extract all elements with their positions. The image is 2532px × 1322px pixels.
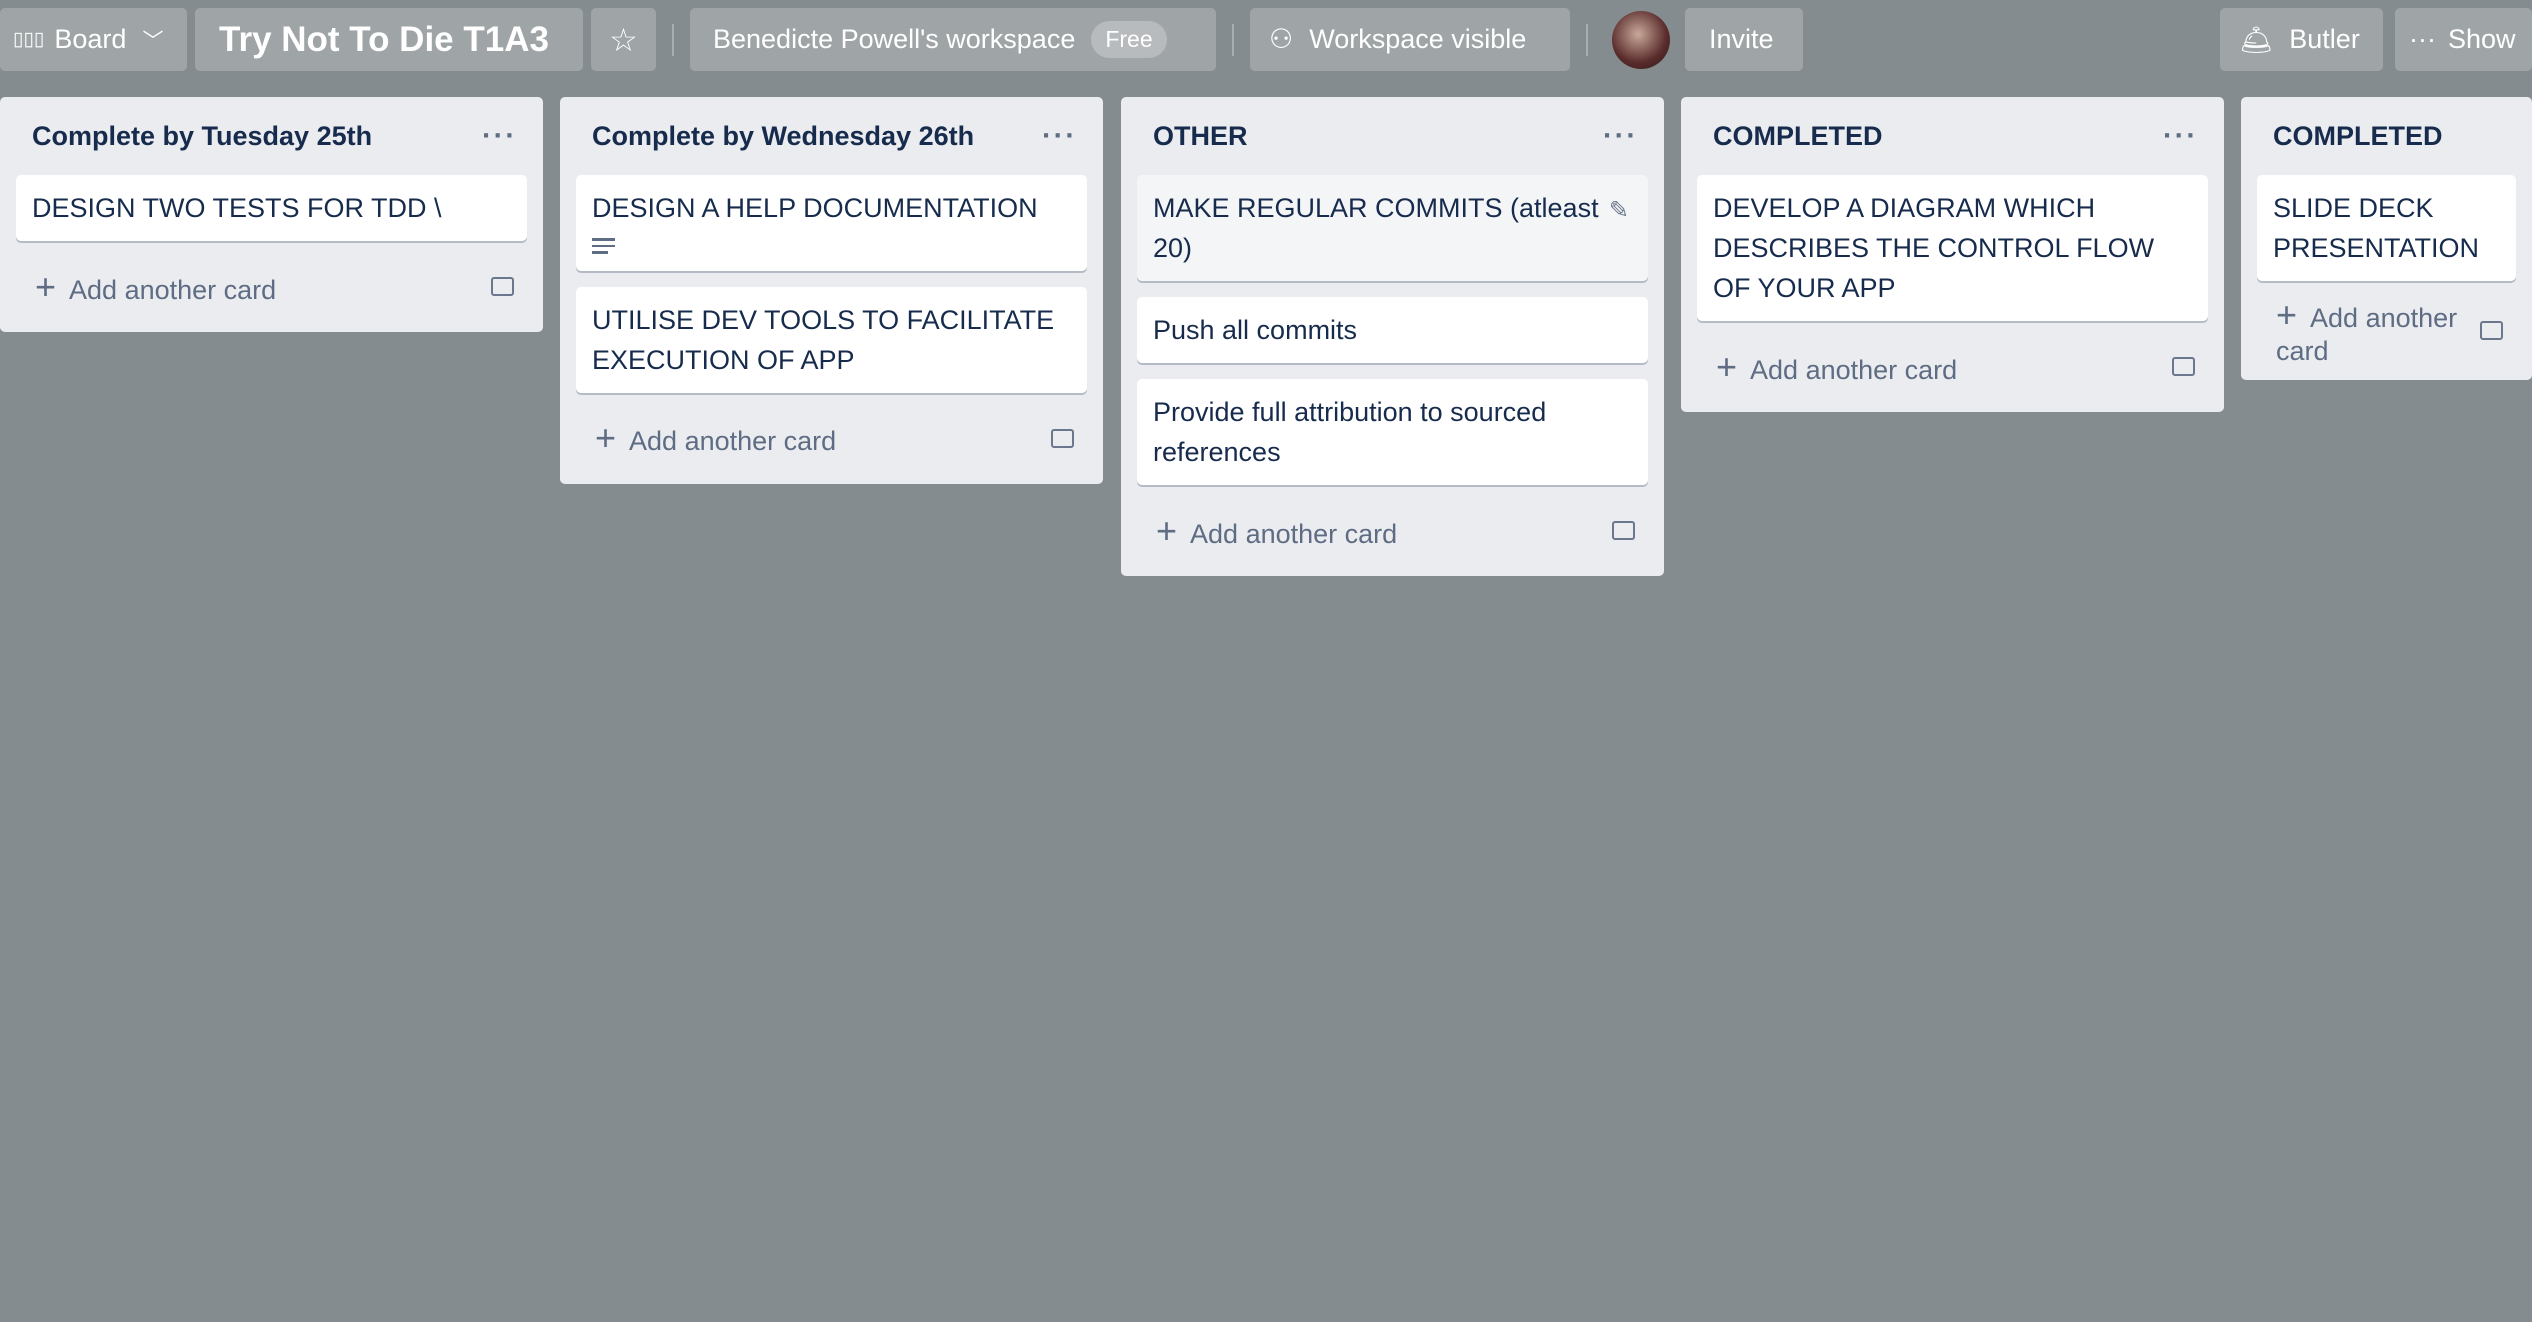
star-icon: ☆ [609,21,638,58]
list-title[interactable]: COMPLETED [1713,121,1883,152]
card-title: Provide full attribution to sourced refe… [1153,397,1547,467]
butler-button[interactable]: 🛎 Butler [2220,8,2383,71]
template-icon[interactable] [1612,521,1635,540]
plus-icon: + [35,265,57,307]
add-card-button[interactable]: + Add another card [1697,334,2208,399]
board-title[interactable]: Try Not To Die T1A3 [195,8,583,71]
card[interactable]: UTILISE DEV TOOLS TO FACILITATE EXECUTIO… [576,286,1087,393]
card[interactable]: MAKE REGULAR COMMITS (atleast 20) ✎ [1137,175,1648,281]
add-card-label: Add another card [629,426,837,456]
list: Complete by Wednesday 26th ··· DESIGN A H… [560,97,1103,484]
description-icon [592,238,615,254]
edit-pencil-icon[interactable]: ✎ [1609,191,1629,231]
card[interactable]: DESIGN A HELP DOCUMENTATION [576,175,1087,271]
card-title: DEVELOP A DIAGRAM WHICH DESCRIBES THE CO… [1713,193,2155,303]
list: COMPLETED SLIDE DECK PRESENTATION + Add a… [2241,97,2532,380]
workspace-button[interactable]: Benedicte Powell's workspace Free [690,8,1216,71]
list-title[interactable]: COMPLETED [2273,121,2443,152]
list-title[interactable]: Complete by Tuesday 25th [32,121,372,152]
add-card-label: Add another card [69,274,277,305]
card-title: SLIDE DECK PRESENTATION [2273,193,2480,263]
plus-icon: + [595,417,617,458]
card-title: DESIGN TWO TESTS FOR TDD \ [32,193,442,223]
list: Complete by Tuesday 25th ··· DESIGN TWO T… [0,97,543,332]
list-menu-icon[interactable]: ··· [1042,120,1087,153]
plus-icon: + [2276,294,2298,335]
plan-badge: Free [1091,21,1167,58]
show-menu-label: Show [2447,24,2516,54]
divider [672,24,674,56]
list: OTHER ··· MAKE REGULAR COMMITS (atleast 2… [1121,97,1664,576]
list-title[interactable]: OTHER [1153,121,1248,152]
bell-icon: 🛎 [2239,24,2274,55]
more-icon: ··· [2409,24,2436,54]
visibility-button[interactable]: ⚇ Workspace visible [1250,8,1570,71]
template-icon[interactable] [2480,321,2503,340]
card[interactable]: Push all commits [1137,297,1648,363]
show-menu-button[interactable]: ··· Show [2395,8,2532,71]
board-icon: ▯▯▯ [13,29,45,50]
star-button[interactable]: ☆ [591,8,656,71]
visibility-label: Workspace visible [1309,24,1527,54]
card-title: Push all commits [1153,315,1358,345]
divider [1586,24,1588,56]
list-menu-icon[interactable]: ··· [2163,120,2208,153]
list-title[interactable]: Complete by Wednesday 26th [592,121,974,152]
board-header: ▯▯▯ Board ﹀ Try Not To Die T1A3 ☆ Benedi… [0,8,2532,71]
add-card-label: Add another card [1190,518,1398,549]
list: COMPLETED ··· DEVELOP A DIAGRAM WHICH DES… [1681,97,2224,412]
butler-label: Butler [2289,24,2360,54]
template-icon[interactable] [491,277,514,296]
plus-icon: + [1156,509,1178,551]
plus-icon: + [1716,345,1738,387]
divider [1232,24,1234,56]
board-view-switcher[interactable]: ▯▯▯ Board ﹀ [0,8,187,71]
card[interactable]: SLIDE DECK PRESENTATION [2257,175,2516,281]
list-menu-icon[interactable]: ··· [1603,120,1648,153]
add-card-button[interactable]: + Add another card [1137,498,1648,563]
card-title: UTILISE DEV TOOLS TO FACILITATE EXECUTIO… [592,304,1055,375]
card[interactable]: DESIGN TWO TESTS FOR TDD \ [16,175,527,241]
people-icon: ⚇ [1269,24,1294,54]
add-card-button[interactable]: + Add another card [2257,294,2516,367]
template-icon[interactable] [1051,428,1074,448]
invite-button[interactable]: Invite [1685,8,1803,71]
list-menu-icon[interactable]: ··· [482,120,527,153]
add-card-button[interactable]: + Add another card [16,254,527,319]
card-title: DESIGN A HELP DOCUMENTATION [592,193,1038,223]
card-title: MAKE REGULAR COMMITS (atleast 20) [1153,193,1599,263]
board-view-label: Board [54,24,127,54]
template-icon[interactable] [2172,357,2195,376]
chevron-down-icon: ﹀ [142,29,164,53]
add-card-button[interactable]: + Add another card [576,406,1087,471]
avatar[interactable] [1612,11,1670,69]
card[interactable]: Provide full attribution to sourced refe… [1137,379,1648,485]
card[interactable]: DEVELOP A DIAGRAM WHICH DESCRIBES THE CO… [1697,175,2208,321]
add-card-label: Add another card [1750,354,1958,385]
add-card-label: Add another card [2276,303,2458,366]
workspace-name: Benedicte Powell's workspace [713,24,1076,54]
